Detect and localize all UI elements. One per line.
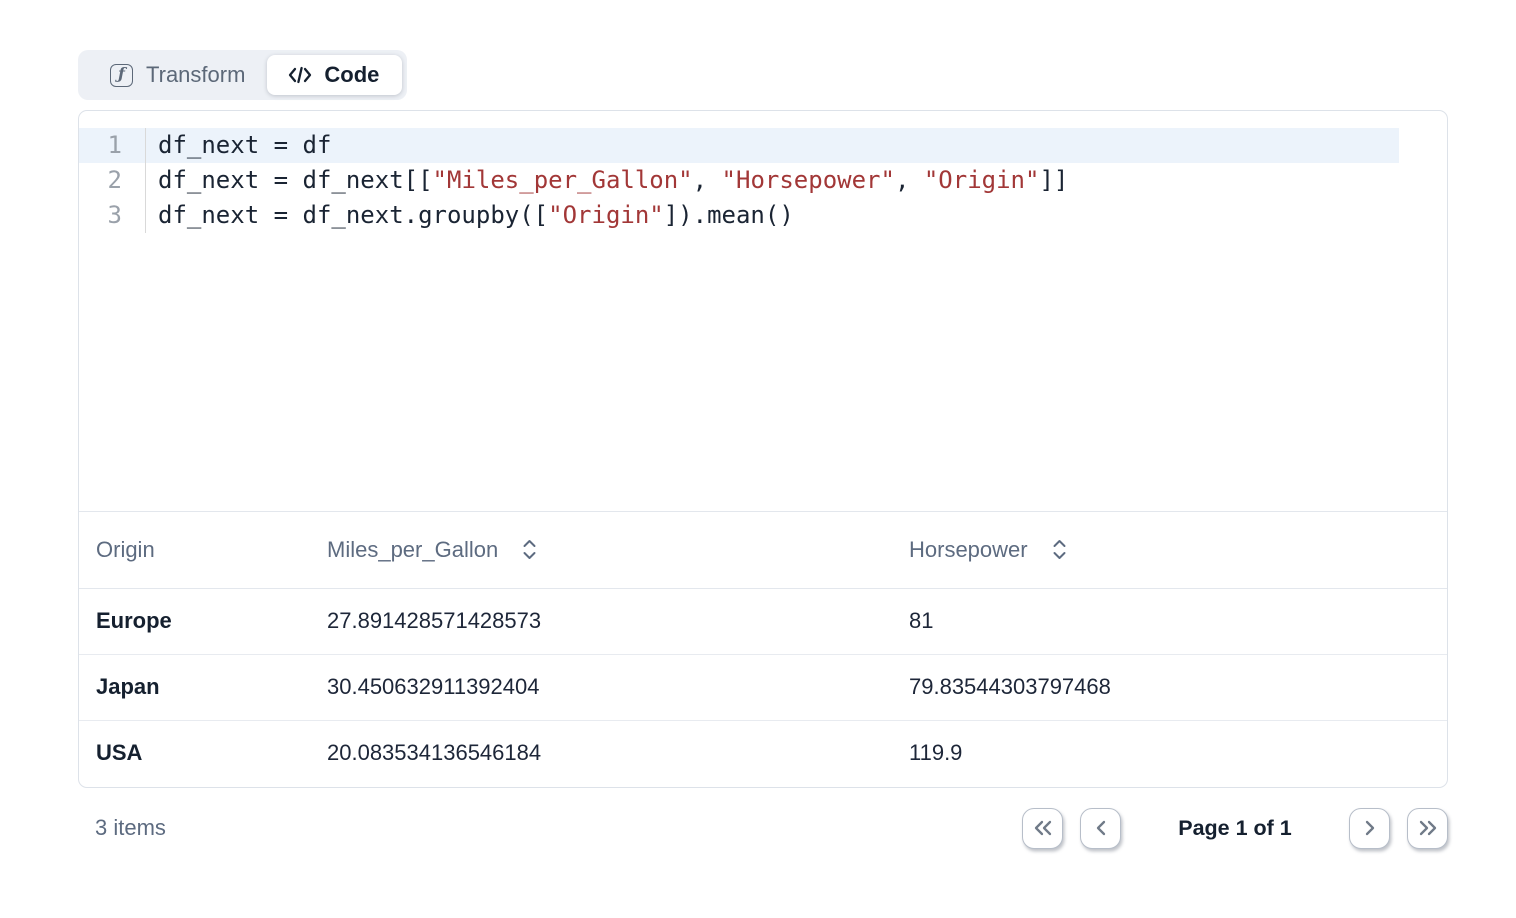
- line-number: 1: [79, 128, 146, 163]
- table-body: Europe27.89142857142857381Japan30.450632…: [79, 588, 1447, 786]
- column-header-miles-per-gallon[interactable]: Miles_per_Gallon: [310, 512, 892, 588]
- page-indicator: Page 1 of 1: [1178, 816, 1292, 841]
- cell-miles-per-gallon: 30.450632911392404: [310, 654, 892, 720]
- code-icon: [288, 66, 312, 84]
- column-header-origin[interactable]: Origin: [79, 512, 310, 588]
- cell-origin: Europe: [79, 588, 310, 654]
- tab-code[interactable]: Code: [267, 55, 402, 95]
- view-toggle: ƒ Transform Code: [78, 50, 407, 100]
- cell-miles-per-gallon: 20.083534136546184: [310, 720, 892, 786]
- code-lines: 1df_next = df2df_next = df_next[["Miles_…: [79, 128, 1447, 233]
- pagination: Page 1 of 1: [1022, 808, 1448, 849]
- cell-miles-per-gallon: 27.891428571428573: [310, 588, 892, 654]
- items-count: 3 items: [78, 815, 166, 841]
- table-footer: 3 items Page 1 of 1: [78, 788, 1448, 868]
- line-number: 3: [79, 198, 146, 233]
- line-number: 2: [79, 163, 146, 198]
- sort-icon[interactable]: [522, 539, 537, 560]
- table-row: USA20.083534136546184119.9: [79, 720, 1447, 786]
- sort-icon[interactable]: [1052, 539, 1067, 560]
- cell-origin: USA: [79, 720, 310, 786]
- result-panel: 1df_next = df2df_next = df_next[["Miles_…: [78, 110, 1448, 788]
- tab-code-label: Code: [324, 62, 379, 88]
- app-page: ƒ Transform Code 1df_next = df2df_next =…: [0, 0, 1516, 918]
- cell-horsepower: 79.83544303797468: [892, 654, 1447, 720]
- cell-origin: Japan: [79, 654, 310, 720]
- cell-horsepower: 119.9: [892, 720, 1447, 786]
- code-text: df_next = df: [146, 128, 331, 163]
- code-line[interactable]: 2df_next = df_next[["Miles_per_Gallon", …: [79, 163, 1447, 198]
- table-header-row: Origin Miles_per_Gallon: [79, 512, 1447, 588]
- code-text: df_next = df_next[["Miles_per_Gallon", "…: [146, 163, 1068, 198]
- table-row: Europe27.89142857142857381: [79, 588, 1447, 654]
- result-table: Origin Miles_per_Gallon: [79, 512, 1447, 786]
- first-page-button[interactable]: [1022, 808, 1063, 849]
- cell-horsepower: 81: [892, 588, 1447, 654]
- code-text: df_next = df_next.groupby(["Origin"]).me…: [146, 198, 794, 233]
- function-icon: ƒ: [110, 64, 133, 87]
- tab-transform-label: Transform: [146, 62, 245, 88]
- column-header-horsepower[interactable]: Horsepower: [892, 512, 1447, 588]
- code-line[interactable]: 1df_next = df: [79, 128, 1447, 163]
- next-page-button[interactable]: [1349, 808, 1390, 849]
- last-page-button[interactable]: [1407, 808, 1448, 849]
- code-line[interactable]: 3df_next = df_next.groupby(["Origin"]).m…: [79, 198, 1447, 233]
- previous-page-button[interactable]: [1080, 808, 1121, 849]
- table-row: Japan30.45063291139240479.83544303797468: [79, 654, 1447, 720]
- code-editor[interactable]: 1df_next = df2df_next = df_next[["Miles_…: [79, 111, 1447, 512]
- tab-transform[interactable]: ƒ Transform: [83, 55, 267, 95]
